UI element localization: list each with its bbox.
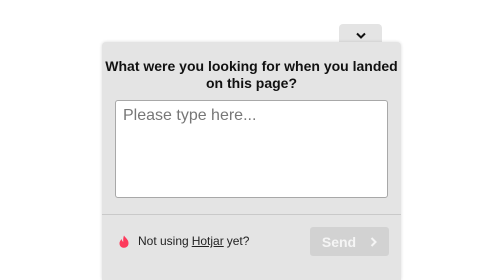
feedback-poll-widget: What were you looking for when you lande… xyxy=(102,42,401,280)
poll-question: What were you looking for when you lande… xyxy=(105,58,398,91)
hotjar-flame-icon xyxy=(119,235,129,248)
chevron-down-icon xyxy=(355,32,366,39)
answer-input[interactable] xyxy=(115,100,388,198)
send-label: Send xyxy=(321,233,357,250)
promo-text-before: Not using xyxy=(138,234,189,248)
hotjar-promo: Not using Hotjar yet? xyxy=(119,234,249,248)
promo-text-after: yet? xyxy=(226,234,250,248)
footer-divider xyxy=(102,214,401,215)
send-button[interactable]: Send xyxy=(310,227,389,256)
chevron-right-icon xyxy=(370,236,378,247)
hotjar-link[interactable]: Hotjar xyxy=(192,234,224,248)
